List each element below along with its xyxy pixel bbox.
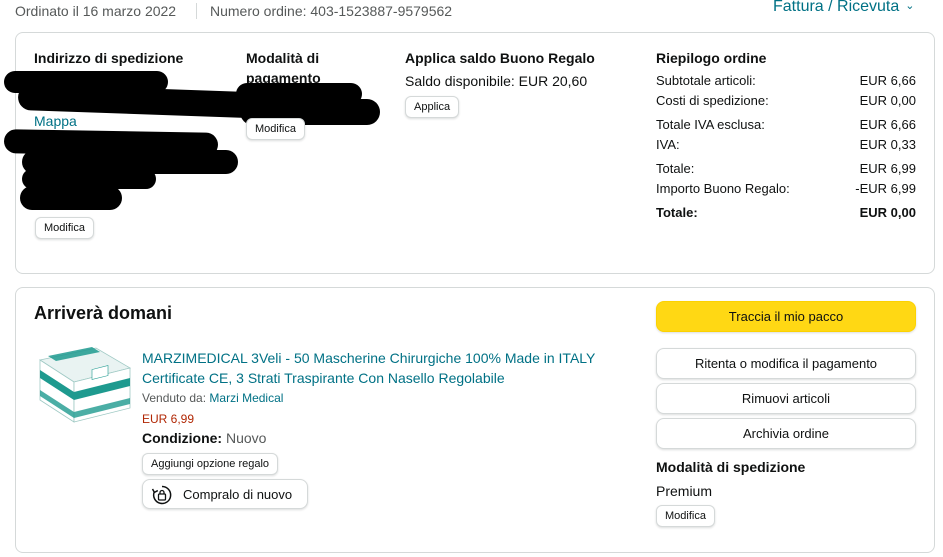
remove-items-button[interactable]: Rimuovi articoli (656, 383, 916, 414)
condition-label: Condizione: (142, 430, 223, 446)
gift-card-title: Applica saldo Buono Regalo (405, 50, 595, 66)
buy-again-icon (151, 485, 172, 505)
sold-by: Venduto da: Marzi Medical (142, 391, 283, 405)
add-gift-option-button[interactable]: Aggiungi opzione regalo (142, 453, 279, 475)
summary-row-label: IVA: (656, 137, 680, 152)
payment-method-title-line1: Modalità di (246, 50, 320, 66)
modify-shipping-button[interactable]: Modifica (656, 505, 715, 527)
order-summary-title: Riepilogo ordine (656, 50, 767, 66)
sold-by-label: Venduto da: (142, 391, 207, 405)
shipping-address-title: Indirizzo di spedizione (34, 50, 184, 66)
redaction-mark (20, 186, 122, 210)
summary-row-value: EUR 0,00 (859, 205, 916, 220)
summary-row: Importo Buono Regalo: -EUR 6,99 (656, 181, 916, 201)
product-condition: Condizione: Nuovo (142, 430, 266, 446)
order-header: Ordinato il 16 marzo 2022 Numero ordine:… (0, 0, 943, 24)
summary-row: Totale IVA esclusa: EUR 6,66 (656, 117, 916, 137)
order-number: Numero ordine: 403-1523887-9579562 (210, 3, 453, 19)
summary-row-label: Importo Buono Regalo: (656, 181, 790, 196)
order-date: Ordinato il 16 marzo 2022 (15, 3, 177, 19)
summary-row-label: Totale: (656, 205, 698, 220)
summary-row: Costi di spedizione: EUR 0,00 (656, 93, 916, 113)
summary-row: Subtotale articoli: EUR 6,66 (656, 73, 916, 93)
apply-gift-card-button[interactable]: Applica (405, 96, 460, 118)
seller-link[interactable]: Marzi Medical (209, 391, 283, 405)
modify-address-button[interactable]: Modifica (35, 217, 94, 239)
product-image[interactable] (34, 346, 134, 426)
retry-payment-button[interactable]: Ritenta o modifica il pagamento (656, 348, 916, 379)
summary-row-value: EUR 6,99 (859, 161, 916, 176)
summary-row-label: Costi di spedizione: (656, 93, 769, 108)
invoice-link[interactable]: Fattura / Ricevuta ⌄ (773, 0, 915, 16)
summary-row-label: Totale: (656, 161, 695, 176)
header-divider (196, 3, 197, 19)
product-title-link[interactable]: MARZIMEDICAL 3Veli - 50 Mascherine Chiru… (142, 348, 612, 388)
summary-row: IVA: EUR 0,33 (656, 137, 916, 157)
gift-card-balance: Saldo disponibile: EUR 20,60 (405, 73, 588, 89)
summary-row-value: EUR 0,00 (859, 93, 916, 108)
condition-value: Nuovo (226, 430, 267, 446)
shipping-method-title: Modalità di spedizione (656, 459, 806, 475)
summary-row-label: Subtotale articoli: (656, 73, 756, 88)
shipping-method-value: Premium (656, 483, 713, 499)
summary-row-value: -EUR 6,99 (855, 181, 916, 196)
summary-grand-total-row: Totale: EUR 0,00 (656, 205, 916, 225)
order-details-card: Indirizzo di spedizione Mappa Modifica M… (3, 32, 935, 274)
chevron-down-icon: ⌄ (905, 0, 915, 12)
invoice-link-label: Fattura / Ricevuta (773, 0, 900, 15)
summary-row: Totale: EUR 6,99 (656, 161, 916, 181)
summary-row-value: EUR 0,33 (859, 137, 916, 152)
summary-row-value: EUR 6,66 (859, 117, 916, 132)
delivery-status-title: Arriverà domani (34, 303, 173, 323)
buy-again-button[interactable]: Compralo di nuovo (142, 479, 308, 509)
shipment-card: Arriverà domani MARZIMEDICAL 3Veli - 50 … (15, 287, 935, 553)
product-price: EUR 6,99 (142, 412, 195, 426)
map-link[interactable]: Mappa (34, 111, 77, 131)
archive-order-button[interactable]: Archivia ordine (656, 418, 916, 449)
buy-again-label: Compralo di nuovo (183, 487, 293, 502)
summary-row-label: Totale IVA esclusa: (656, 117, 765, 132)
track-package-button[interactable]: Traccia il mio pacco (656, 301, 916, 332)
summary-row-value: EUR 6,66 (859, 73, 916, 88)
modify-payment-button[interactable]: Modifica (246, 118, 305, 140)
